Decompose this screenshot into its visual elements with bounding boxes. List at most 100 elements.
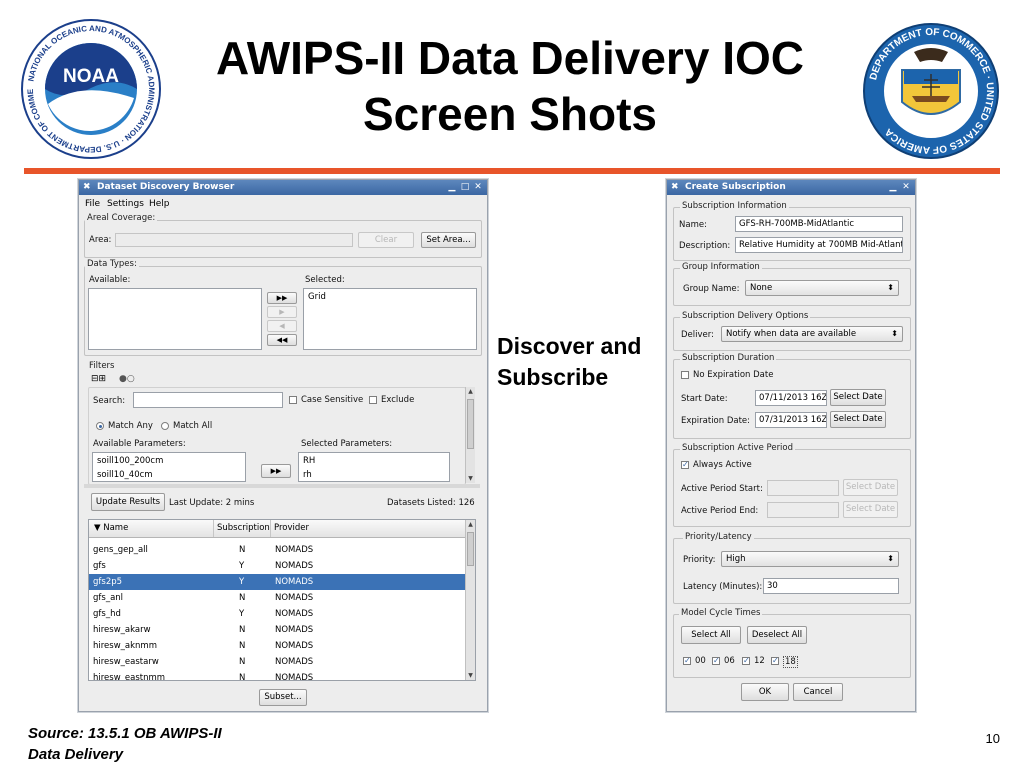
window-menu-icon[interactable]: ✖ <box>83 180 91 195</box>
always-active-checkbox[interactable]: ✓ <box>681 461 689 469</box>
cycle-18-checkbox[interactable]: ✓ <box>771 657 779 665</box>
dataset-name-cell: gfs_hd <box>93 609 121 619</box>
pane-splitter[interactable] <box>84 484 480 488</box>
subscription-cell: N <box>239 545 246 555</box>
cycle-06-checkbox[interactable]: ✓ <box>712 657 720 665</box>
collapse-expand-icon[interactable]: ⊟⊞ <box>91 374 106 384</box>
window-menu-icon[interactable]: ✖ <box>671 180 679 195</box>
available-types-list[interactable] <box>88 288 262 350</box>
duration-label: Subscription Duration <box>680 353 777 363</box>
table-row[interactable]: hiresw_akarw N NOMADS <box>89 622 465 638</box>
update-results-button[interactable]: Update Results <box>91 493 165 511</box>
cycle-00-checkbox[interactable]: ✓ <box>683 657 691 665</box>
table-row[interactable]: gfs_anl N NOMADS <box>89 590 465 606</box>
expiration-date-field[interactable]: 07/31/2013 16Z <box>755 412 827 428</box>
active-end-label: Active Period End: <box>681 506 759 516</box>
no-expiration-label: No Expiration Date <box>693 370 774 380</box>
active-end-field[interactable] <box>767 502 839 518</box>
list-item[interactable]: soill100_200cm <box>97 456 163 466</box>
set-area-button[interactable]: Set Area... <box>421 232 476 248</box>
add-all-types-button[interactable]: ▶▶ <box>267 292 297 304</box>
search-input[interactable] <box>133 392 283 408</box>
table-row[interactable]: gfs_hd Y NOMADS <box>89 606 465 622</box>
start-date-label: Start Date: <box>681 394 728 404</box>
start-select-date-button[interactable]: Select Date <box>830 389 886 406</box>
area-field[interactable] <box>115 233 353 247</box>
table-row[interactable]: hiresw_eastnmm N NOMADS <box>89 670 465 680</box>
list-item[interactable]: soill10_40cm <box>97 470 153 480</box>
minimize-icon[interactable]: ▁ <box>888 182 898 192</box>
group-name-select[interactable]: None ⬍ <box>745 280 899 296</box>
search-label: Search: <box>93 396 126 406</box>
exclude-checkbox[interactable] <box>369 396 377 404</box>
dataset-name-cell: gfs_anl <box>93 593 124 603</box>
available-params-list[interactable]: soill100_200cm soill10_40cm <box>92 452 246 482</box>
page-number: 10 <box>985 731 1000 746</box>
table-scrollbar[interactable]: ▲ ▼ <box>465 520 475 680</box>
table-row[interactable]: hiresw_eastarw N NOMADS <box>89 654 465 670</box>
deliver-select[interactable]: Notify when data are available ⬍ <box>721 326 903 342</box>
expiration-select-date-button[interactable]: Select Date <box>830 411 886 428</box>
filters-scrollbar[interactable]: ▲ ▼ <box>465 387 475 483</box>
name-column-header[interactable]: ▼ Name <box>94 523 128 533</box>
list-item[interactable]: rh <box>303 470 312 480</box>
latency-field[interactable]: 30 <box>763 578 899 594</box>
selected-label: Selected: <box>305 275 345 285</box>
deselect-all-button[interactable]: Deselect All <box>747 626 807 644</box>
case-sensitive-checkbox[interactable] <box>289 396 297 404</box>
subset-button[interactable]: Subset... <box>259 689 307 706</box>
match-any-radio[interactable] <box>96 422 104 430</box>
name-field[interactable]: GFS-RH-700MB-MidAtlantic <box>735 216 903 232</box>
spinner-icon: ⬍ <box>887 554 894 563</box>
dataset-name-cell: gfs2p5 <box>93 577 123 587</box>
close-icon[interactable]: ✕ <box>901 182 911 192</box>
list-item[interactable]: RH <box>303 456 315 466</box>
remove-all-types-button[interactable]: ◀◀ <box>267 334 297 346</box>
active-start-select-date-button[interactable]: Select Date <box>843 479 898 496</box>
table-row[interactable]: hiresw_aknmm N NOMADS <box>89 638 465 654</box>
selected-types-list[interactable]: Grid <box>303 288 477 350</box>
menu-help[interactable]: Help <box>149 199 170 209</box>
remove-type-button[interactable]: ◀ <box>267 320 297 332</box>
table-row[interactable]: gens_gep_all N NOMADS <box>89 542 465 558</box>
menu-settings[interactable]: Settings <box>107 199 144 209</box>
discovery-titlebar[interactable]: ✖ Dataset Discovery Browser ▁ □ ✕ <box>79 180 487 195</box>
subscription-column-header[interactable]: Subscription <box>217 523 270 533</box>
table-header: ▼ Name Subscription Provider <box>89 520 465 538</box>
area-label: Area: <box>89 235 112 245</box>
table-row[interactable]: gfs Y NOMADS <box>89 558 465 574</box>
provider-column-header[interactable]: Provider <box>274 523 309 533</box>
add-params-button[interactable]: ▶▶ <box>261 464 291 478</box>
maximize-icon[interactable]: □ <box>460 182 470 192</box>
source-line1: Source: 13.5.1 OB AWIPS-II <box>28 725 222 742</box>
match-any-label: Match Any <box>108 421 153 431</box>
menu-file[interactable]: File <box>85 199 100 209</box>
model-cycle-label: Model Cycle Times <box>679 608 763 618</box>
selected-params-list[interactable]: RH rh <box>298 452 450 482</box>
minimize-icon[interactable]: ▁ <box>447 182 457 192</box>
active-start-field[interactable] <box>767 480 839 496</box>
spinner-icon: ⬍ <box>887 283 894 292</box>
slide-title-line2: Screen Shots <box>363 88 657 140</box>
clear-button[interactable]: Clear <box>358 232 414 248</box>
active-end-select-date-button[interactable]: Select Date <box>843 501 898 518</box>
deliver-value: Notify when data are available <box>726 329 857 339</box>
match-all-label: Match All <box>173 421 213 431</box>
match-all-radio[interactable] <box>161 422 169 430</box>
list-item[interactable]: Grid <box>308 292 326 302</box>
cancel-button[interactable]: Cancel <box>793 683 843 701</box>
filter-toggle-icon[interactable]: ●○ <box>119 374 135 384</box>
select-all-button[interactable]: Select All <box>681 626 741 644</box>
no-expiration-checkbox[interactable] <box>681 371 689 379</box>
subscription-titlebar[interactable]: ✖ Create Subscription ▁ ✕ <box>667 180 915 195</box>
ok-button[interactable]: OK <box>741 683 789 701</box>
last-update-text: Last Update: 2 mins <box>169 498 255 508</box>
close-icon[interactable]: ✕ <box>473 182 483 192</box>
table-row[interactable]: gfs2p5 Y NOMADS <box>89 574 465 590</box>
add-type-button[interactable]: ▶ <box>267 306 297 318</box>
priority-select[interactable]: High ⬍ <box>721 551 899 567</box>
description-field[interactable]: Relative Humidity at 700MB Mid-Atlantic <box>735 237 903 253</box>
provider-cell: NOMADS <box>275 641 314 651</box>
start-date-field[interactable]: 07/11/2013 16Z <box>755 390 827 406</box>
cycle-12-checkbox[interactable]: ✓ <box>742 657 750 665</box>
